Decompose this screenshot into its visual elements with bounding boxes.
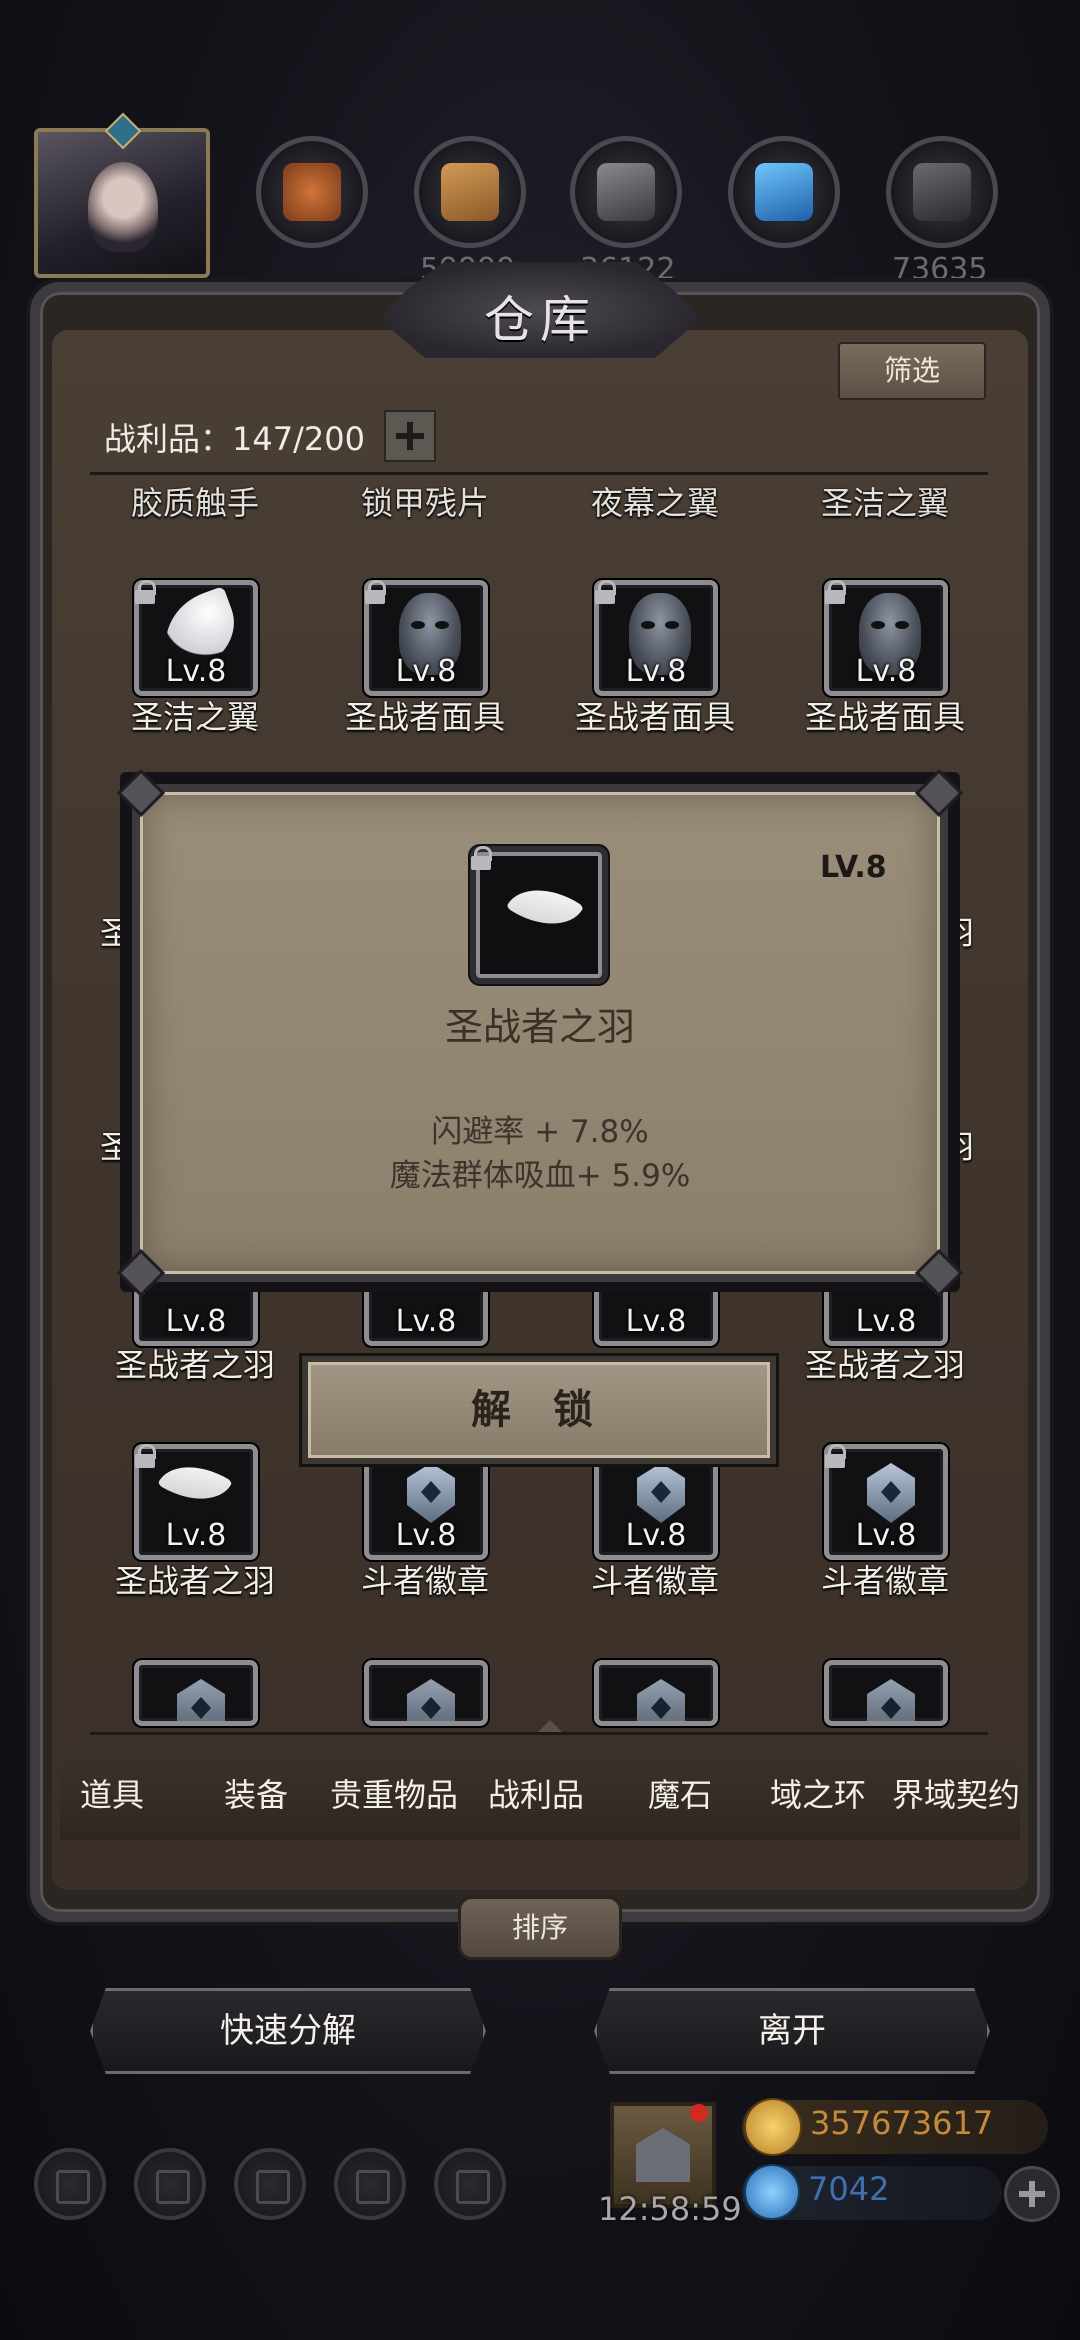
item-name: 圣战者之羽	[114, 1562, 275, 1600]
inventory-slot[interactable]	[824, 1660, 948, 1726]
gold-amount: 357673617	[810, 2104, 994, 2142]
unlock-button[interactable]: 解 锁	[302, 1356, 776, 1464]
gold-coin-icon	[744, 2098, 802, 2156]
notification-dot	[690, 2104, 708, 2122]
item-level: Lv.8	[625, 1304, 687, 1339]
item-level: Lv.8	[395, 1518, 457, 1553]
star-icon[interactable]	[134, 2148, 206, 2220]
item-name: 斗者徽章	[820, 1562, 949, 1600]
item-name: 斗者徽章	[590, 1562, 719, 1600]
item-level: Lv.8	[855, 654, 917, 689]
lock-icon	[134, 580, 156, 604]
popup-item-level: LV.8	[820, 850, 887, 885]
tab-loot[interactable]: 战利品	[488, 1770, 584, 1816]
resource-slot-stone	[886, 136, 998, 248]
list-divider	[90, 472, 988, 475]
item-name: 夜幕之翼	[590, 484, 719, 522]
lock-icon	[364, 580, 386, 604]
filter-button[interactable]: 筛选	[838, 342, 986, 400]
item-level: Lv.8	[395, 654, 457, 689]
item-name: 圣洁之翼	[130, 698, 259, 736]
resource-slot-crystal	[728, 136, 840, 248]
tab-equipment[interactable]: 装备	[224, 1770, 288, 1816]
item-name: 圣战者之羽	[804, 1346, 965, 1384]
expand-capacity-button[interactable]	[384, 410, 436, 462]
tab-items[interactable]: 道具	[80, 1770, 144, 1816]
item-name: 圣战者面具	[574, 698, 735, 736]
item-level: Lv.8	[165, 1518, 227, 1553]
resource-slot-ore	[256, 136, 368, 248]
item-level: Lv.8	[165, 1304, 227, 1339]
quick-decompose-button[interactable]: 快速分解	[90, 1988, 486, 2074]
resource-slot-iron	[570, 136, 682, 248]
resource-slot-wood	[414, 136, 526, 248]
gift-timer: 12:58:59	[598, 2190, 742, 2228]
gate-icon[interactable]	[234, 2148, 306, 2220]
lock-icon	[824, 1444, 846, 1468]
item-name: 圣战者之羽	[114, 1346, 275, 1384]
item-name: 圣战者面具	[804, 698, 965, 736]
gem-icon	[744, 2164, 800, 2220]
gem-amount: 7042	[808, 2170, 890, 2208]
item-level: Lv.8	[625, 654, 687, 689]
add-gems-button[interactable]	[1004, 2166, 1060, 2222]
tabbar-divider	[90, 1732, 988, 1735]
mail-icon[interactable]	[334, 2148, 406, 2220]
tab-realm-contracts[interactable]: 界域契约	[892, 1770, 1020, 1816]
popup-stat-lifesteal: 魔法群体吸血+ 5.9%	[389, 1158, 691, 1194]
badge-icon	[637, 1679, 685, 1721]
item-level: Lv.8	[395, 1304, 457, 1339]
badge-icon	[637, 1463, 685, 1523]
item-name: 圣战者面具	[344, 698, 505, 736]
leave-button[interactable]: 离开	[594, 1988, 990, 2074]
tab-valuables[interactable]: 贵重物品	[330, 1770, 458, 1816]
active-tab-indicator	[538, 1720, 562, 1732]
tab-magic-stones[interactable]: 魔石	[648, 1770, 712, 1816]
lock-icon	[134, 1444, 156, 1468]
feather-icon	[505, 871, 585, 943]
capacity-count: 战利品：147/200	[104, 420, 365, 458]
feather-icon	[157, 1449, 233, 1517]
inventory-slot[interactable]	[364, 1660, 488, 1726]
lock-icon	[594, 580, 616, 604]
badge-icon	[177, 1679, 225, 1721]
lock-icon	[824, 580, 846, 604]
inventory-slot[interactable]	[134, 1660, 258, 1726]
item-level: Lv.8	[625, 1518, 687, 1553]
item-name: 圣洁之翼	[820, 484, 949, 522]
player-avatar[interactable]	[34, 112, 210, 278]
badge-icon	[407, 1463, 455, 1523]
sort-button[interactable]: 排序	[458, 1896, 622, 1960]
lock-icon	[470, 846, 492, 870]
item-level: Lv.8	[855, 1304, 917, 1339]
shield-icon[interactable]	[434, 2148, 506, 2220]
item-level: Lv.8	[855, 1518, 917, 1553]
badge-icon	[407, 1679, 455, 1721]
popup-stat-dodge: 闪避率 + 7.8%	[431, 1114, 649, 1150]
item-name: 锁甲残片	[360, 484, 489, 522]
badge-icon	[867, 1679, 915, 1721]
item-level: Lv.8	[165, 654, 227, 689]
popup-item-name: 圣战者之羽	[444, 1005, 635, 1049]
item-name: 斗者徽章	[360, 1562, 489, 1600]
inventory-slot[interactable]	[594, 1660, 718, 1726]
tab-domain-rings[interactable]: 域之环	[770, 1770, 866, 1816]
item-name: 胶质触手	[130, 484, 259, 522]
page-title: 仓库	[484, 291, 596, 349]
badge-icon	[867, 1463, 915, 1523]
settings-icon[interactable]	[34, 2148, 106, 2220]
